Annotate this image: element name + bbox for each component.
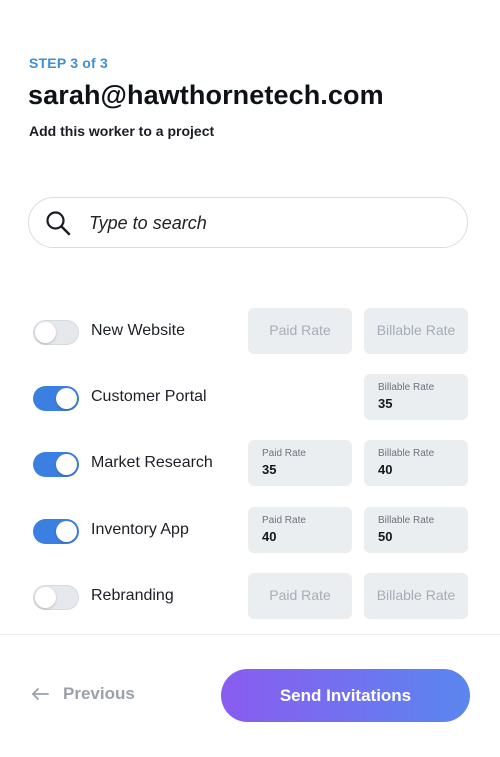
project-toggle[interactable] — [33, 386, 79, 411]
billable-rate-field[interactable]: Billable Rate — [364, 573, 468, 619]
project-name: Rebranding — [91, 587, 174, 604]
search-bar[interactable] — [28, 197, 468, 248]
rate-label: Paid Rate — [262, 515, 306, 526]
paid-rate-field[interactable]: Paid Rate 35 — [248, 440, 352, 486]
rate-value: 40 — [262, 529, 277, 544]
rate-placeholder: Billable Rate — [376, 322, 456, 338]
toggle-knob — [56, 388, 77, 409]
rate-placeholder: Paid Rate — [269, 587, 331, 603]
project-row: Customer Portal Billable Rate 35 — [0, 374, 500, 420]
project-toggle[interactable] — [33, 452, 79, 477]
worker-email: sarah@hawthornetech.com — [28, 80, 384, 110]
project-row: Market Research Paid Rate 35 Billable Rate 4… — [0, 440, 500, 486]
project-toggle[interactable] — [33, 585, 79, 610]
rate-value: 35 — [378, 396, 393, 411]
footer-bar: Previous Send Invitations — [0, 634, 500, 757]
rate-label: Billable Rate — [378, 448, 435, 459]
step-indicator: STEP 3 of 3 — [29, 55, 108, 71]
search-icon — [46, 211, 71, 236]
billable-rate-field[interactable]: Billable Rate — [364, 308, 468, 354]
project-name: Customer Portal — [91, 388, 207, 405]
search-input[interactable] — [89, 210, 449, 236]
previous-label: Previous — [63, 684, 135, 703]
project-row: New Website Paid Rate Billable Rate — [0, 308, 500, 354]
project-row: Inventory App Paid Rate 40 Billable Rate 50 — [0, 507, 500, 553]
paid-rate-field[interactable]: Paid Rate 40 — [248, 507, 352, 553]
rate-value: 35 — [262, 462, 277, 477]
toggle-knob — [56, 454, 77, 475]
toggle-knob — [35, 587, 56, 608]
rate-value: 50 — [378, 529, 393, 544]
previous-button[interactable]: Previous — [31, 684, 135, 704]
paid-rate-field[interactable]: Paid Rate — [248, 573, 352, 619]
rate-label: Billable Rate — [378, 515, 435, 526]
billable-rate-field[interactable]: Billable Rate 40 — [364, 440, 468, 486]
page-subtitle: Add this worker to a project — [29, 123, 215, 139]
project-name: New Website — [91, 322, 185, 339]
project-toggle[interactable] — [33, 320, 79, 345]
rate-value: 40 — [378, 462, 393, 477]
toggle-knob — [56, 521, 77, 542]
billable-rate-field[interactable]: Billable Rate 35 — [364, 374, 468, 420]
billable-rate-field[interactable]: Billable Rate 50 — [364, 507, 468, 553]
send-invitations-button[interactable]: Send Invitations — [221, 669, 470, 722]
rate-placeholder: Billable Rate — [376, 587, 456, 603]
rate-label: Paid Rate — [262, 448, 306, 459]
toggle-knob — [35, 322, 56, 343]
project-name: Market Research — [91, 454, 213, 471]
project-toggle[interactable] — [33, 519, 79, 544]
project-name: Inventory App — [91, 521, 189, 538]
paid-rate-field[interactable]: Paid Rate — [248, 308, 352, 354]
project-row: Rebranding Paid Rate Billable Rate — [0, 573, 500, 619]
rate-label: Billable Rate — [378, 382, 435, 393]
arrow-left-icon — [32, 688, 49, 700]
rate-placeholder: Paid Rate — [269, 322, 331, 338]
